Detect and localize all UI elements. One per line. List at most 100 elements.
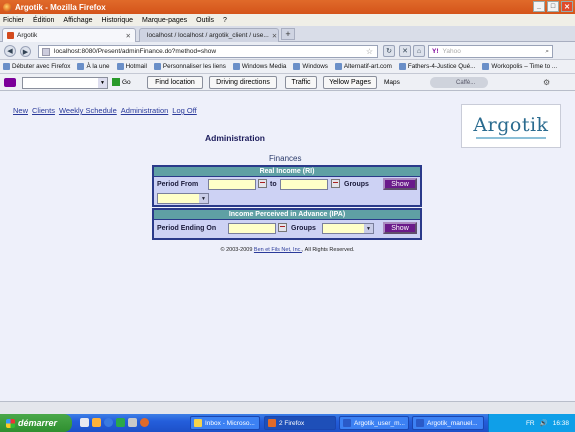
yahoo-toolbar: ▼ Go Find location Driving directions Tr…	[0, 74, 575, 91]
bookmark-item[interactable]: À la une	[77, 63, 110, 70]
bookmark-icon	[334, 63, 342, 70]
media-player-widget[interactable]: Caffè...	[430, 77, 488, 88]
start-button[interactable]: démarrer	[0, 414, 72, 432]
driving-directions-button[interactable]: Driving directions	[209, 76, 277, 89]
ipa-show-button[interactable]: Show	[383, 222, 417, 234]
bookmark-icon	[77, 63, 85, 70]
menu-outils[interactable]: Outils	[196, 17, 214, 24]
word-doc-icon	[416, 419, 424, 427]
quicklaunch-icon[interactable]	[128, 418, 137, 427]
calendar-icon[interactable]	[278, 223, 287, 232]
settings-wrench-icon[interactable]: ⚙	[543, 78, 550, 87]
language-indicator[interactable]: FR	[526, 420, 535, 427]
tab-phpmyadmin[interactable]: localhost / localhost / argotik_client /…	[139, 28, 279, 42]
yahoo-search-input[interactable]: ▼	[22, 77, 108, 89]
search-input[interactable]: Y! Yahoo ⌕	[428, 45, 553, 58]
calendar-icon[interactable]	[258, 179, 267, 188]
calendar-icon[interactable]	[331, 179, 340, 188]
forward-button[interactable]: ▶	[20, 46, 31, 57]
link-administration[interactable]: Administration	[121, 106, 169, 115]
close-tab-icon[interactable]: ✕	[269, 32, 277, 40]
menu-affichage[interactable]: Affichage	[63, 17, 92, 24]
desktop-icon[interactable]	[80, 418, 89, 427]
bookmark-icon	[482, 63, 490, 70]
copyright-footer: © 2003-2009 Ben et Fils Net, Inc., All R…	[220, 247, 355, 253]
quicklaunch-icon[interactable]	[116, 418, 125, 427]
bookmark-item[interactable]: Hotmail	[116, 63, 147, 70]
maximize-button[interactable]: □	[547, 1, 559, 12]
link-clients[interactable]: Clients	[32, 106, 55, 115]
stop-icon[interactable]: ✕	[399, 45, 411, 57]
system-tray: FR 🔊 16:38	[488, 414, 575, 432]
traffic-button[interactable]: Traffic	[285, 76, 317, 89]
company-link[interactable]: Ben et Fils Net, Inc.	[254, 247, 302, 253]
status-bar	[0, 401, 575, 414]
ri-groups-select[interactable]: ▼	[157, 193, 209, 204]
bookmark-item[interactable]: Débuter avec Firefox	[3, 63, 70, 70]
quicklaunch-icon[interactable]	[92, 418, 101, 427]
period-to-input[interactable]	[280, 179, 328, 190]
reload-icon[interactable]: ↻	[383, 45, 395, 57]
link-new[interactable]: New	[13, 106, 28, 115]
menu-marque-pages[interactable]: Marque-pages	[142, 17, 187, 24]
period-from-input[interactable]	[208, 179, 256, 190]
task-firefox[interactable]: 2 Firefox	[264, 416, 336, 430]
outlook-icon	[194, 419, 202, 427]
bookmark-item[interactable]: Windows Media	[232, 63, 286, 70]
menu-help[interactable]: ?	[223, 17, 227, 24]
windows-taskbar: démarrer Inbox - Microso... 2 Firefox Ar…	[0, 414, 575, 432]
menu-fichier[interactable]: Fichier	[3, 17, 24, 24]
find-location-button[interactable]: Find location	[147, 76, 203, 89]
yahoo-logo-icon[interactable]	[4, 78, 16, 87]
logo-text: Argotik	[473, 113, 549, 136]
chevron-down-icon: ▼	[199, 194, 208, 203]
maps-button[interactable]: Maps	[384, 79, 400, 86]
volume-icon[interactable]: 🔊	[540, 419, 548, 427]
chevron-down-icon: ▼	[364, 224, 373, 233]
to-label: to	[270, 181, 277, 188]
bookmark-icon	[3, 63, 10, 70]
real-income-panel: Real Income (RI) Period From to Groups S…	[152, 165, 422, 207]
menu-historique[interactable]: Historique	[101, 17, 133, 24]
bookmark-item[interactable]: Workopolis – Time to ...	[482, 63, 557, 70]
task-argotik-user[interactable]: Argotik_user_m...	[339, 416, 409, 430]
yahoo-engine-icon[interactable]: Y!	[432, 48, 439, 55]
yellow-pages-button[interactable]: Yellow Pages	[323, 76, 377, 89]
site-identity-icon	[42, 47, 50, 56]
word-doc-icon	[343, 419, 351, 427]
home-icon[interactable]: ⌂	[413, 45, 425, 57]
minimize-button[interactable]: _	[533, 1, 545, 12]
link-log-off[interactable]: Log Off	[172, 106, 196, 115]
bookmark-item[interactable]: Alternatif-art.com	[334, 63, 392, 70]
tab-argotik[interactable]: Argotik ✕	[2, 28, 136, 42]
period-ending-input[interactable]	[228, 223, 276, 234]
search-placeholder: Yahoo	[442, 48, 461, 55]
firefox-icon	[268, 419, 276, 427]
search-icon[interactable]: ⌕	[545, 48, 549, 56]
menu-edition[interactable]: Édition	[33, 17, 54, 24]
firefox-icon[interactable]	[140, 418, 149, 427]
ri-show-button[interactable]: Show	[383, 178, 417, 190]
close-button[interactable]: ✕	[561, 1, 573, 12]
back-button[interactable]: ◀	[4, 45, 16, 57]
bookmark-item[interactable]: Windows	[293, 63, 328, 70]
close-tab-icon[interactable]: ✕	[123, 32, 131, 40]
task-inbox[interactable]: Inbox - Microso...	[190, 416, 260, 430]
argotik-favicon-icon	[7, 32, 14, 39]
chevron-down-icon[interactable]: ▼	[98, 78, 107, 88]
menu-bar: Fichier Édition Affichage Historique Mar…	[0, 14, 575, 26]
task-argotik-manuel[interactable]: Argotik_manuel...	[412, 416, 484, 430]
bookmark-item[interactable]: Fathers-4-Justice Qué...	[398, 63, 475, 70]
argotik-logo: Argotik	[461, 104, 561, 148]
address-bar[interactable]: localhost:8080/Present/adminFinance.do?m…	[38, 45, 378, 58]
ipa-groups-select[interactable]: ▼	[322, 223, 374, 234]
bookmark-star-icon[interactable]: ☆	[366, 47, 373, 56]
clock: 16:38	[552, 419, 569, 427]
link-weekly-schedule[interactable]: Weekly Schedule	[59, 106, 117, 115]
bookmark-item[interactable]: Personnaliser les liens	[153, 63, 226, 70]
window-title-bar: Argotik - Mozilla Firefox _ □ ✕	[0, 0, 575, 14]
ie-icon[interactable]	[104, 418, 113, 427]
go-button[interactable]: Go	[112, 78, 131, 86]
new-tab-button[interactable]: +	[281, 28, 295, 40]
go-arrow-icon	[112, 78, 120, 86]
